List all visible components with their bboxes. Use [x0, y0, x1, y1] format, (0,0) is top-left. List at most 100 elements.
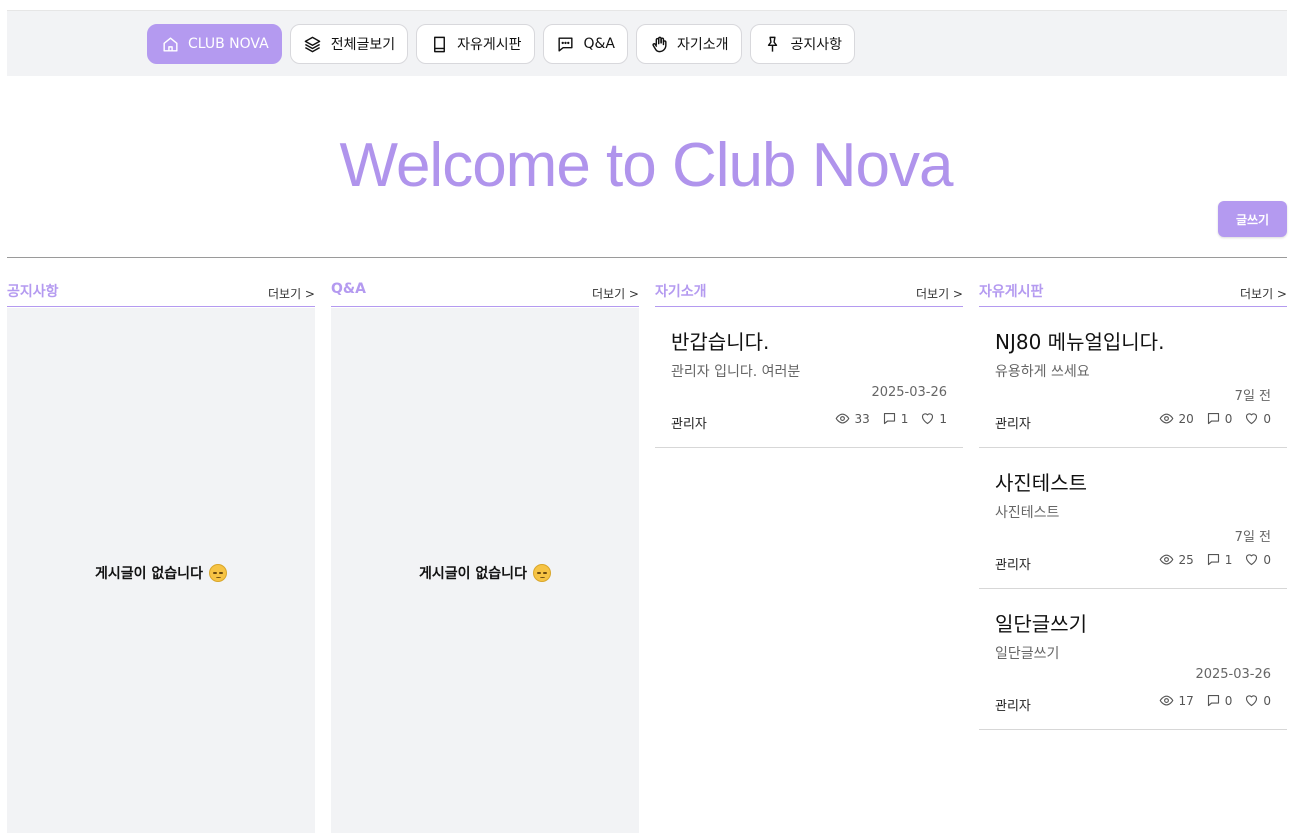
write-post-button[interactable]: 글쓰기	[1218, 201, 1287, 237]
views-count: 17	[1178, 693, 1194, 708]
more-link[interactable]: 더보기 >	[592, 285, 639, 302]
nav-item-label: 자유게시판	[457, 37, 522, 53]
post-title: NJ80 메뉴얼입니다.	[995, 330, 1165, 354]
board-column-free-board: 자유게시판 더보기 > NJ80 메뉴얼입니다. 유용하게 쓰세요 7일 전 관…	[979, 278, 1287, 730]
sad-face-icon	[532, 564, 551, 582]
board-column-qna: Q&A 더보기 > 게시글이 없습니다	[331, 278, 639, 833]
post-excerpt: 일단글쓰기	[995, 646, 1060, 662]
comments-count: 0	[1224, 411, 1233, 426]
comments-count: 1	[900, 411, 909, 426]
post-excerpt: 유용하게 쓰세요	[995, 364, 1090, 380]
post-card[interactable]: 사진테스트 사진테스트 7일 전 관리자 25 1 0	[979, 448, 1287, 589]
column-header: Q&A 더보기 >	[331, 278, 639, 307]
post-card[interactable]: 일단글쓰기 일단글쓰기 2025-03-26 관리자 17 0 0	[979, 589, 1287, 730]
column-header: 자유게시판 더보기 >	[979, 278, 1287, 307]
post-stats: 33 1 1	[835, 411, 947, 426]
empty-state: 게시글이 없습니다	[331, 308, 639, 833]
likes-count: 0	[1263, 411, 1271, 426]
board-column-introductions: 자기소개 더보기 > 반갑습니다. 관리자 입니다. 여러분 2025-03-2…	[655, 278, 963, 448]
board-column-notices: 공지사항 더보기 > 게시글이 없습니다	[7, 278, 315, 833]
views-stat: 25	[1159, 552, 1194, 567]
nav-item-label: 공지사항	[790, 37, 843, 53]
comments-count: 1	[1224, 552, 1233, 567]
post-title: 일단글쓰기	[995, 612, 1087, 636]
likes-stat: 1	[920, 411, 947, 426]
likes-stat: 0	[1244, 411, 1271, 426]
post-stats: 17 0 0	[1159, 693, 1271, 708]
heart-icon	[1246, 695, 1258, 707]
eye-icon	[836, 413, 850, 424]
heart-icon	[922, 413, 934, 425]
post-date: 2025-03-26	[1195, 667, 1271, 682]
comments-stat: 0	[1206, 693, 1233, 708]
empty-message: 게시글이 없습니다	[419, 566, 527, 582]
post-author: 관리자	[995, 558, 1031, 573]
nav-item-label: Q&A	[583, 36, 616, 52]
post-date: 7일 전	[1234, 389, 1271, 404]
eye-icon	[1160, 695, 1174, 706]
pin-icon	[763, 34, 783, 54]
nav-menu: CLUB NOVA 전체글보기 자유게시판 Q&A 자기소개 공지사항	[147, 24, 856, 64]
column-header: 공지사항 더보기 >	[7, 278, 315, 307]
hero-title: Welcome to Club Nova	[339, 131, 954, 200]
column-header: 자기소개 더보기 >	[655, 278, 963, 307]
more-link[interactable]: 더보기 >	[268, 285, 315, 302]
nav-item-qna[interactable]: Q&A	[542, 24, 629, 64]
post-card[interactable]: NJ80 메뉴얼입니다. 유용하게 쓰세요 7일 전 관리자 20 0 0	[979, 307, 1287, 448]
eye-icon	[1160, 413, 1174, 424]
post-date: 2025-03-26	[871, 385, 947, 400]
more-link[interactable]: 더보기 >	[1240, 285, 1287, 302]
nav-item-label: 전체글보기	[330, 37, 396, 53]
nav-item-notices[interactable]: 공지사항	[749, 24, 856, 64]
likes-stat: 0	[1244, 552, 1271, 567]
comments-stat: 1	[1206, 552, 1233, 567]
likes-count: 1	[939, 411, 947, 426]
comment-icon	[1207, 694, 1219, 707]
post-card[interactable]: 반갑습니다. 관리자 입니다. 여러분 2025-03-26 관리자 33 1 …	[655, 307, 963, 448]
comment-icon	[1207, 553, 1219, 566]
column-title: 공지사항	[7, 284, 59, 300]
message-dots-icon	[556, 34, 576, 54]
nav-item-free-board[interactable]: 자유게시판	[416, 24, 535, 64]
post-author: 관리자	[995, 699, 1031, 714]
post-stats: 25 1 0	[1159, 552, 1271, 567]
views-stat: 17	[1159, 693, 1194, 708]
post-stats: 20 0 0	[1159, 411, 1271, 426]
comment-icon	[1207, 412, 1219, 425]
section-divider	[7, 257, 1287, 258]
empty-state: 게시글이 없습니다	[7, 308, 315, 833]
views-count: 20	[1178, 411, 1194, 426]
comments-count: 0	[1224, 693, 1233, 708]
eye-icon	[1160, 554, 1174, 565]
likes-count: 0	[1263, 693, 1271, 708]
likes-count: 0	[1263, 552, 1271, 567]
post-title: 반갑습니다.	[671, 330, 770, 354]
post-author: 관리자	[671, 417, 707, 432]
post-title: 사진테스트	[995, 471, 1087, 495]
nav-item-label: 자기소개	[677, 37, 729, 53]
nav-item-introductions[interactable]: 자기소개	[636, 24, 742, 64]
views-count: 25	[1178, 552, 1194, 567]
home-icon	[160, 34, 180, 54]
post-excerpt: 관리자 입니다. 여러분	[671, 364, 801, 380]
comments-stat: 1	[882, 411, 909, 426]
post-date: 7일 전	[1234, 530, 1271, 545]
heart-icon	[1246, 413, 1258, 425]
hand-icon	[649, 34, 669, 54]
layers-icon	[303, 34, 323, 54]
views-stat: 33	[835, 411, 870, 426]
likes-stat: 0	[1244, 693, 1271, 708]
post-author: 관리자	[995, 417, 1031, 432]
column-title: Q&A	[331, 281, 366, 297]
column-title: 자유게시판	[979, 284, 1044, 300]
views-stat: 20	[1159, 411, 1194, 426]
column-title: 자기소개	[655, 284, 707, 300]
nav-item-club-nova[interactable]: CLUB NOVA	[147, 24, 282, 64]
nav-item-all-posts[interactable]: 전체글보기	[289, 24, 409, 64]
more-link[interactable]: 더보기 >	[916, 285, 963, 302]
book-icon	[429, 34, 449, 54]
nav-item-label: CLUB NOVA	[188, 36, 269, 52]
sad-face-icon	[208, 564, 227, 582]
comments-stat: 0	[1206, 411, 1233, 426]
comment-icon	[883, 412, 895, 425]
